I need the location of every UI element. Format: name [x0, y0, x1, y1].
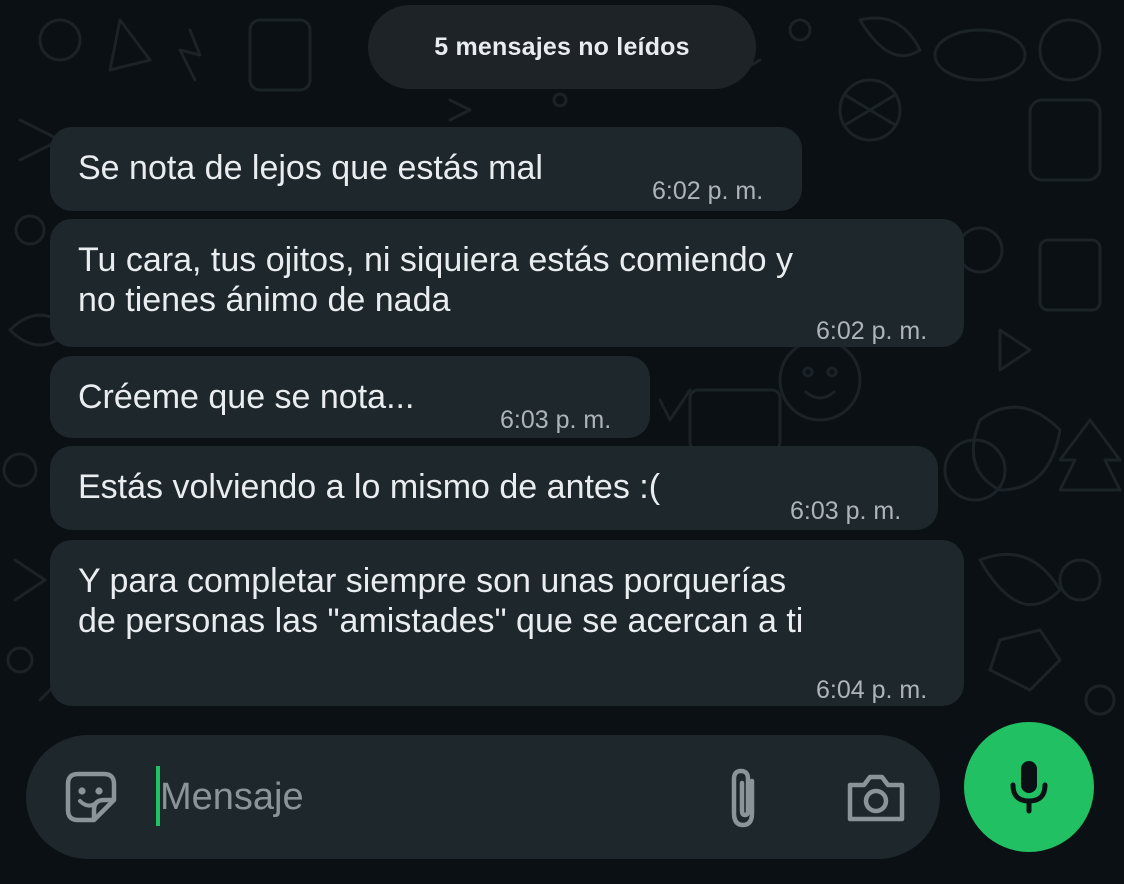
message-timestamp: 6:02 p. m.	[816, 317, 928, 345]
voice-message-button[interactable]	[964, 722, 1094, 852]
message-bubble[interactable]: Y para completar siempre son unas porque…	[50, 540, 964, 706]
message-text: Y para completar siempre son unas porque…	[78, 562, 804, 640]
message-text: Se nota de lejos que estás mal	[78, 149, 543, 187]
paperclip-icon[interactable]	[722, 765, 766, 831]
message-text: Tu cara, tus ojitos, ni siquiera estás c…	[78, 241, 793, 319]
message-timestamp: 6:02 p. m.	[652, 177, 764, 205]
camera-icon[interactable]	[846, 769, 906, 825]
message-bubble[interactable]: Créeme que se nota... 6:03 p. m.	[50, 356, 650, 438]
message-bubble[interactable]: Tu cara, tus ojitos, ni siquiera estás c…	[50, 219, 964, 347]
sticker-icon[interactable]	[62, 768, 120, 826]
message-text: Créeme que se nota...	[78, 378, 415, 416]
message-timestamp: 6:03 p. m.	[790, 497, 902, 525]
message-text: Estás volviendo a lo mismo de antes :(	[78, 468, 661, 506]
message-timestamp: 6:03 p. m.	[500, 406, 612, 434]
chat-screen: 5 mensajes no leídos Se nota de lejos qu…	[0, 0, 1124, 884]
message-timestamp: 6:04 p. m.	[816, 676, 928, 704]
message-bubble[interactable]: Estás volviendo a lo mismo de antes :( 6…	[50, 446, 938, 530]
unread-messages-banner: 5 mensajes no leídos	[368, 5, 756, 89]
message-composer	[26, 735, 940, 859]
message-input[interactable]	[160, 759, 700, 835]
message-bubble[interactable]: Se nota de lejos que estás mal 6:02 p. m…	[50, 127, 802, 211]
microphone-icon	[1010, 761, 1048, 814]
